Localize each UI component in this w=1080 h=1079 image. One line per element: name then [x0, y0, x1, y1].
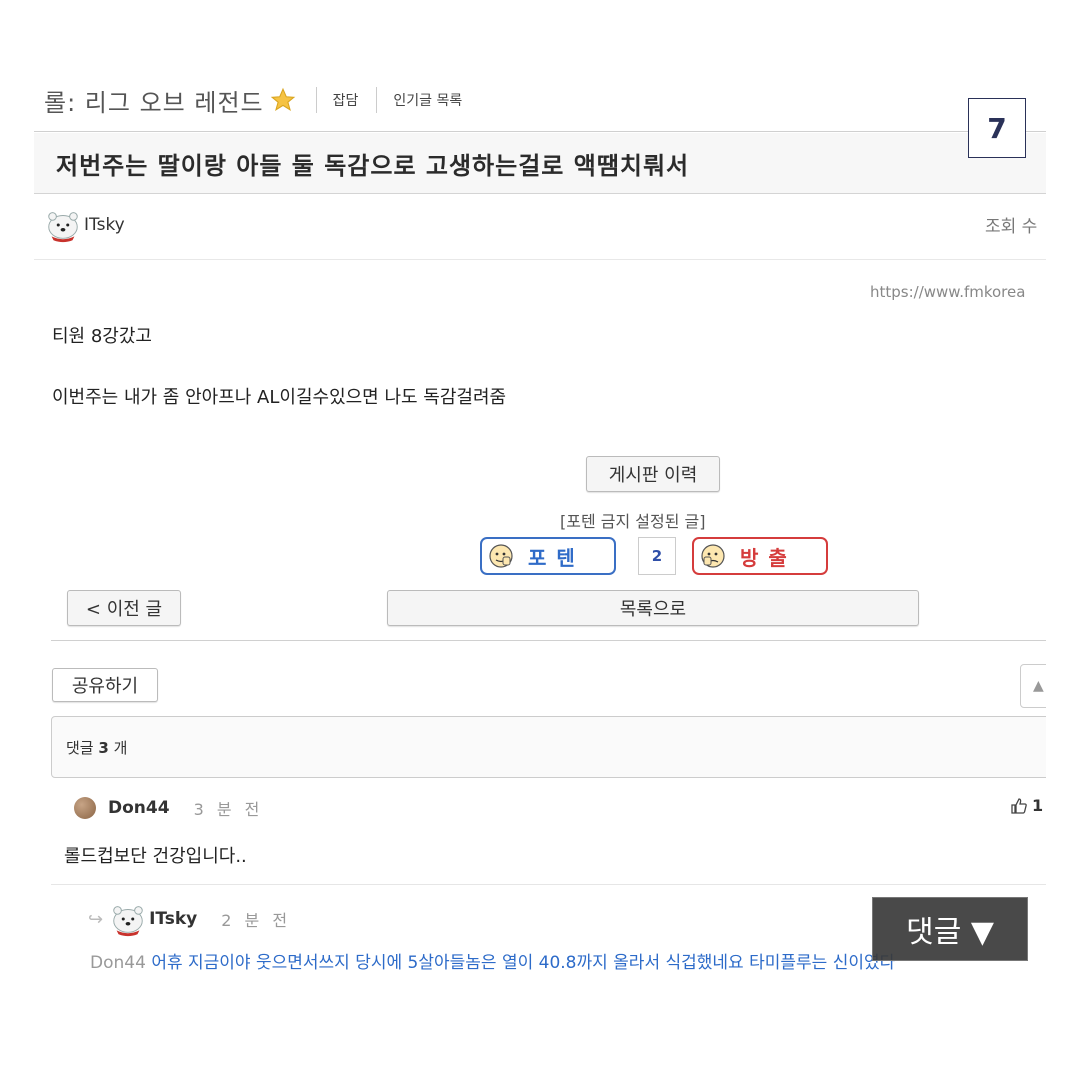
comment-author[interactable]: Don44 [108, 798, 170, 818]
bear-avatar-icon[interactable] [44, 206, 82, 244]
board-name[interactable]: 롤: 리그 오브 레전드 [44, 83, 264, 118]
comment-author[interactable]: ITsky [149, 909, 197, 929]
comment-text: 롤드컵보단 건강입니다.. [64, 846, 247, 867]
arrow-up-icon: ▲ [1033, 678, 1044, 694]
thumbs-up-icon [1011, 797, 1027, 814]
reply-header: ↪ ITsky 2 분 전 [88, 900, 291, 938]
restriction-note: [포텐 금지 설정된 글] [560, 512, 706, 531]
star-icon[interactable] [270, 87, 296, 113]
views-label: 조회 수 [985, 217, 1038, 237]
potent-label: 포텐 [528, 545, 585, 570]
comment-count-unit: 개 [113, 739, 128, 757]
divider [51, 884, 1046, 885]
board-history-button[interactable]: 게시판 이력 [586, 456, 720, 492]
reply-arrow-icon: ↪ [88, 908, 104, 930]
comment-time: 2 분 전 [221, 911, 292, 930]
like-button[interactable]: 1 [1010, 796, 1043, 815]
divider [34, 131, 1046, 132]
comment-time: 3 분 전 [193, 800, 264, 819]
comment-jump-button[interactable]: 댓글 ▼ [872, 897, 1028, 961]
category-link[interactable]: 잡담 [333, 90, 359, 110]
banish-button[interactable]: 방출 [692, 537, 828, 575]
reply-target[interactable]: Don44 [90, 953, 146, 973]
reply-text: Don44 어휴 지금이야 웃으면서쓰지 당시에 5살아들놈은 열이 40.8까… [90, 948, 895, 973]
like-count: 1 [1032, 796, 1044, 815]
back-to-list-button[interactable]: 목록으로 [387, 590, 919, 626]
comment-count-label: 댓글 [66, 739, 94, 757]
thumbs-face-icon [489, 544, 513, 568]
board-header: 롤: 리그 오브 레전드 잡담 인기글 목록 [44, 80, 462, 120]
post-url[interactable]: https://www.fmkorea [870, 283, 1025, 301]
divider [315, 87, 317, 113]
prev-post-button[interactable]: < 이전 글 [67, 590, 181, 626]
body-line: 티원 8강갔고 [52, 326, 152, 347]
bear-avatar-icon[interactable] [109, 900, 147, 938]
share-button[interactable]: 공유하기 [52, 668, 158, 702]
body-line: 이번주는 내가 좀 안아프나 AL이길수있으면 나도 독감걸려줌 [52, 387, 507, 408]
divider [376, 87, 378, 113]
popular-list-link[interactable]: 인기글 목록 [393, 90, 462, 110]
level-icon [74, 797, 96, 819]
divider [34, 259, 1046, 260]
page-title: 저번주는 딸이랑 아들 둘 독감으로 고생하는걸로 액땜치뤄서 [56, 152, 690, 180]
reply-body: 어휴 지금이야 웃으면서쓰지 당시에 5살아들놈은 열이 40.8까지 올라서 … [151, 953, 896, 973]
comment-header: Don44 3 분 전 [74, 796, 263, 820]
potent-button[interactable]: 포텐 [480, 537, 616, 575]
thumbs-down-face-icon [701, 544, 725, 568]
comment-header-box [51, 716, 1063, 778]
vote-count: 2 [638, 537, 676, 575]
comment-count-number: 3 [98, 739, 109, 757]
divider [51, 640, 1046, 641]
comment-count: 댓글 3 개 [66, 737, 127, 758]
banish-label: 방출 [740, 545, 797, 570]
viewport-edge [1046, 0, 1080, 1079]
author-row: ITsky [44, 206, 125, 244]
author-name[interactable]: ITsky [84, 215, 125, 235]
page-number-badge: 7 [968, 98, 1026, 158]
